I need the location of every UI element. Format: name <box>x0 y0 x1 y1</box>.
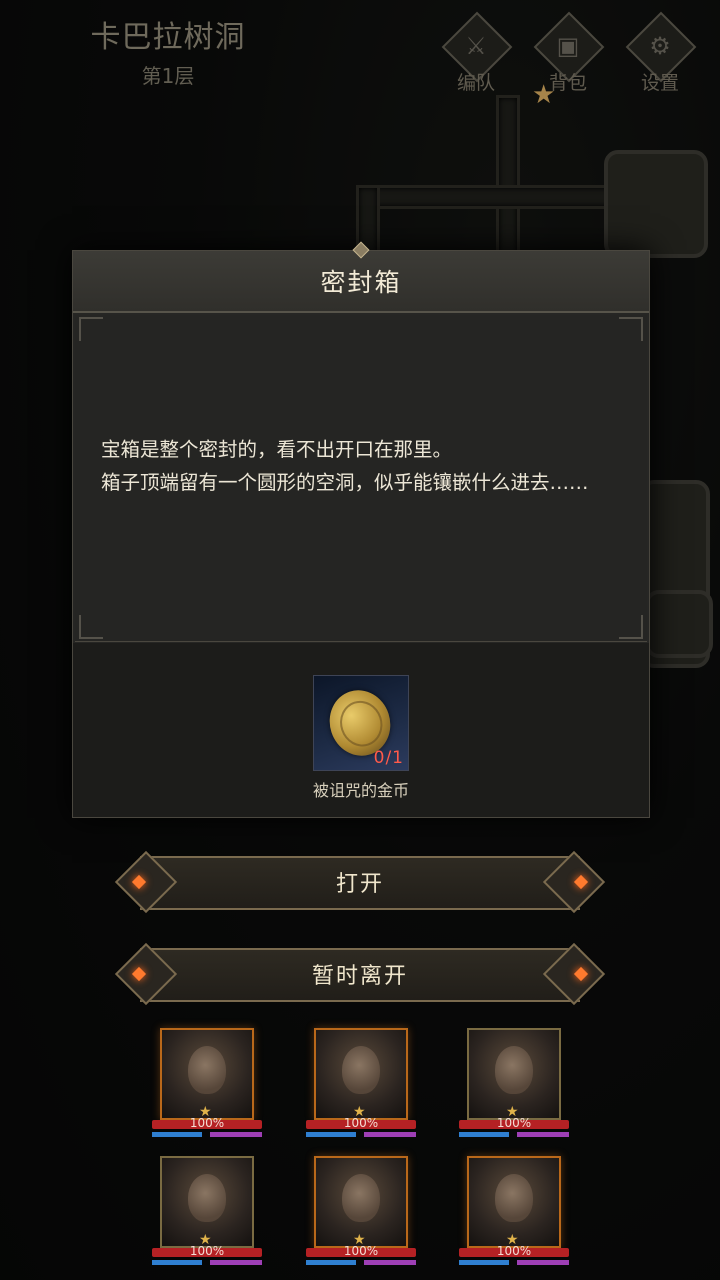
corner-ornament <box>619 615 643 639</box>
leave-button[interactable]: 暂时离开 <box>112 942 608 1006</box>
mana-bar <box>459 1132 509 1137</box>
dialog-title: 密封箱 <box>320 268 402 297</box>
energy-bar <box>517 1260 569 1265</box>
corner-ornament <box>619 317 643 341</box>
location-name: 卡巴拉树洞 <box>90 20 246 55</box>
hero-card[interactable]: ★ 100% <box>152 1156 262 1268</box>
mana-bar <box>459 1260 509 1265</box>
settings-button-label: 设置 <box>640 72 679 94</box>
floor-label: 第1层 <box>141 64 195 88</box>
mana-bar <box>306 1132 356 1137</box>
corner-ornament <box>79 615 103 639</box>
star-icon: ★ <box>532 80 556 110</box>
energy-bar <box>210 1132 262 1137</box>
open-button[interactable]: 打开 <box>112 850 608 914</box>
hero-card[interactable]: ★ 100% <box>152 1028 262 1140</box>
required-item-area: 0/1 被诅咒的金币 <box>73 643 649 817</box>
item-name: 被诅咒的金币 <box>312 781 409 800</box>
hero-card[interactable]: ★ 100% <box>306 1156 416 1268</box>
hp-text: 100% <box>189 1116 225 1130</box>
hero-card[interactable]: ★ 100% <box>306 1028 416 1140</box>
hp-text: 100% <box>343 1116 379 1130</box>
location-header: 卡巴拉树洞 第1层 <box>78 12 258 89</box>
mana-bar <box>306 1260 356 1265</box>
mana-bar <box>152 1260 202 1265</box>
energy-bar <box>210 1260 262 1265</box>
settings-button[interactable]: ⚙ 设置 <box>622 11 698 94</box>
hero-card[interactable]: ★ 100% <box>459 1028 569 1140</box>
energy-bar <box>364 1260 416 1265</box>
item-count: 0/1 <box>373 748 404 768</box>
hero-card[interactable]: ★ 100% <box>459 1156 569 1268</box>
team-button-label: 编队 <box>456 72 495 94</box>
leave-button-label: 暂时离开 <box>311 964 408 989</box>
description-panel: 宝箱是整个密封的，看不出开口在那里。 箱子顶端留有一个圆形的空洞，似乎能镶嵌什么… <box>75 315 647 642</box>
open-button-label: 打开 <box>335 872 384 897</box>
sealed-box-dialog: 密封箱 宝箱是整个密封的，看不出开口在那里。 箱子顶端留有一个圆形的空洞，似乎能… <box>72 241 650 818</box>
hp-text: 100% <box>189 1244 225 1258</box>
mana-bar <box>152 1132 202 1137</box>
corner-ornament <box>79 317 103 341</box>
hp-text: 100% <box>496 1116 532 1130</box>
energy-bar <box>517 1132 569 1137</box>
dialog-header: 密封箱 <box>73 251 649 313</box>
dialog-description: 宝箱是整个密封的，看不出开口在那里。 箱子顶端留有一个圆形的空洞，似乎能镶嵌什么… <box>101 438 589 494</box>
hp-text: 100% <box>496 1244 532 1258</box>
item-slot[interactable]: 0/1 <box>313 675 409 771</box>
team-button[interactable]: ⚔ 编队 <box>438 11 514 94</box>
energy-bar <box>364 1132 416 1137</box>
hp-text: 100% <box>343 1244 379 1258</box>
